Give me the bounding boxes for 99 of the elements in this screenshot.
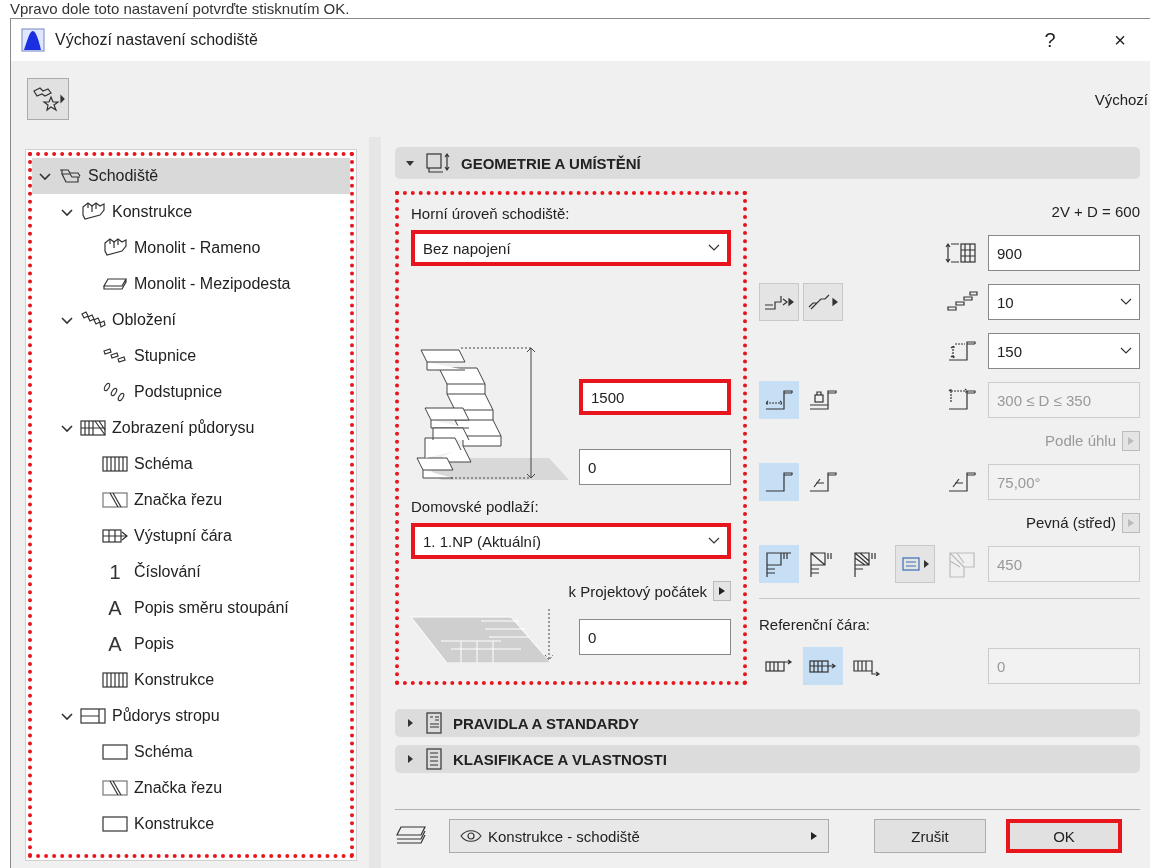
field-label: Domovské podlaží: [411,497,540,517]
menu-button[interactable] [713,581,731,601]
tree-item[interactable]: Schodiště [32,158,350,194]
section-mark-icon [102,491,128,509]
monitor-arrows-icon [425,152,451,174]
tree-item[interactable]: Značka řezu [32,482,350,518]
tree-item[interactable]: 1 Číslování [32,554,350,590]
toggle-button[interactable] [759,463,799,501]
default-label: Výchozí [1094,90,1148,108]
help-button[interactable]: ? [1020,20,1080,60]
menu-button[interactable] [803,283,843,321]
dropdown[interactable]: Bez napojení [411,230,731,266]
striped-rect-icon [102,455,128,473]
caption-text: Vpravo dole toto nastavení potvrďte stisknutím OK. [9,0,351,18]
tread-icon [102,347,128,365]
grid-arrow-icon [102,527,128,545]
tree-item[interactable]: Konstrukce [32,806,350,842]
section-header[interactable]: PRAVIDLA A STANDARDY [395,709,1140,737]
close-button[interactable]: × [1090,20,1150,60]
toggle-button[interactable] [759,381,799,419]
triangle-icon [405,754,415,764]
triangle-icon [810,831,818,841]
glyph-icon: A [102,632,128,656]
angle-step-icon [808,469,838,495]
tread-depth-icon [947,387,977,413]
tree-item[interactable]: Značka řezu [32,770,350,806]
winder-plan-icon [947,549,977,579]
tree-item[interactable]: Konstrukce [32,662,350,698]
tree-item[interactable]: Monolit - Rameno [32,230,350,266]
favorites-button[interactable] [27,78,69,120]
input-field[interactable]: 1500 [579,379,731,415]
tree-item[interactable]: A Popis směru stoupání [32,590,350,626]
mode-label: Podle úhlu [1045,431,1116,451]
section-mark-icon [102,779,128,797]
field-label: Referenční čára: [759,615,871,635]
tree-item[interactable]: A Popis [32,626,350,662]
striped-rect-icon [102,671,128,689]
rectangle-icon [102,743,128,761]
caret-icon [707,243,721,253]
stair-icon [58,166,82,186]
app-logo-icon [21,28,45,52]
rectangle-icon [102,815,128,833]
eye-icon [460,829,482,843]
ceiling-plan-icon [80,707,106,725]
layer-dropdown[interactable]: Konstrukce - schodiště [449,819,829,853]
caret-icon [1119,346,1133,356]
slab-icon [102,276,128,292]
hatched-grid-icon [80,419,106,437]
cancel-button[interactable]: Zrušit [874,819,986,853]
tree-item[interactable]: Zobrazení půdorysu [32,410,350,446]
triangle-icon [405,718,415,728]
stair-block-icon [102,237,128,259]
origin-label: k Projektový počátek [568,582,707,600]
cladding-icon [80,310,106,330]
stair-block-icon [80,201,106,223]
dropdown[interactable]: 1. 1.NP (Aktuální) [411,523,731,559]
tread-depth-icon [764,387,794,413]
section-header[interactable]: KLASIFIKACE A VLASTNOSTI [395,745,1140,773]
tree-item[interactable]: Obložení [32,302,350,338]
tree-item[interactable]: Schéma [32,734,350,770]
list-icon [900,554,930,574]
input-field[interactable]: 900 [988,235,1140,271]
caret-icon [707,536,721,546]
ok-button[interactable]: OK [1006,819,1122,853]
window-title: Výchozí nastavení schodiště [55,31,259,49]
tree-item[interactable]: Stupnice [32,338,350,374]
field-label: Horní úroveň schodiště: [411,204,571,224]
tree-item[interactable]: Výstupní čára [32,518,350,554]
triangle-icon [718,586,726,596]
glyph-icon: A [102,596,128,620]
stair-star-icon [31,85,65,113]
mode-label: Pevná (střed) [1025,513,1116,533]
riser-height-icon [947,338,977,364]
width-grid-icon [945,241,979,265]
steps-icon [946,290,978,314]
dropdown[interactable]: 10 [988,284,1140,320]
toggle-button[interactable] [759,545,799,583]
glyph-icon: 1 [102,560,128,584]
input-field[interactable]: 0 [579,449,731,485]
toggle-button[interactable] [803,647,843,685]
tree-item[interactable]: Půdorys stropu [32,698,350,734]
caret-icon [1119,297,1133,307]
document-icon [425,748,443,770]
rules-document-icon [425,712,443,734]
triangle-icon [1127,436,1135,446]
step-profile-icon [764,469,794,495]
triangle-icon [1127,518,1135,528]
tree-item[interactable]: Konstrukce [32,194,350,230]
section-header[interactable]: GEOMETRIE A UMÍSTĚNÍ [395,147,1140,179]
landing-turn-icon [764,549,794,579]
tree-item[interactable]: Schéma [32,446,350,482]
angle-step-icon [947,469,977,495]
lock-step-icon [808,387,838,413]
tree-item[interactable]: Monolit - Mezipodesta [32,266,350,302]
input-field[interactable]: 0 [579,619,731,655]
triangle-icon [405,158,415,168]
formula-label: 2V + D = 600 [1051,202,1140,222]
tree-item[interactable]: Podstupnice [32,374,350,410]
dropdown[interactable]: 150 [988,333,1140,369]
